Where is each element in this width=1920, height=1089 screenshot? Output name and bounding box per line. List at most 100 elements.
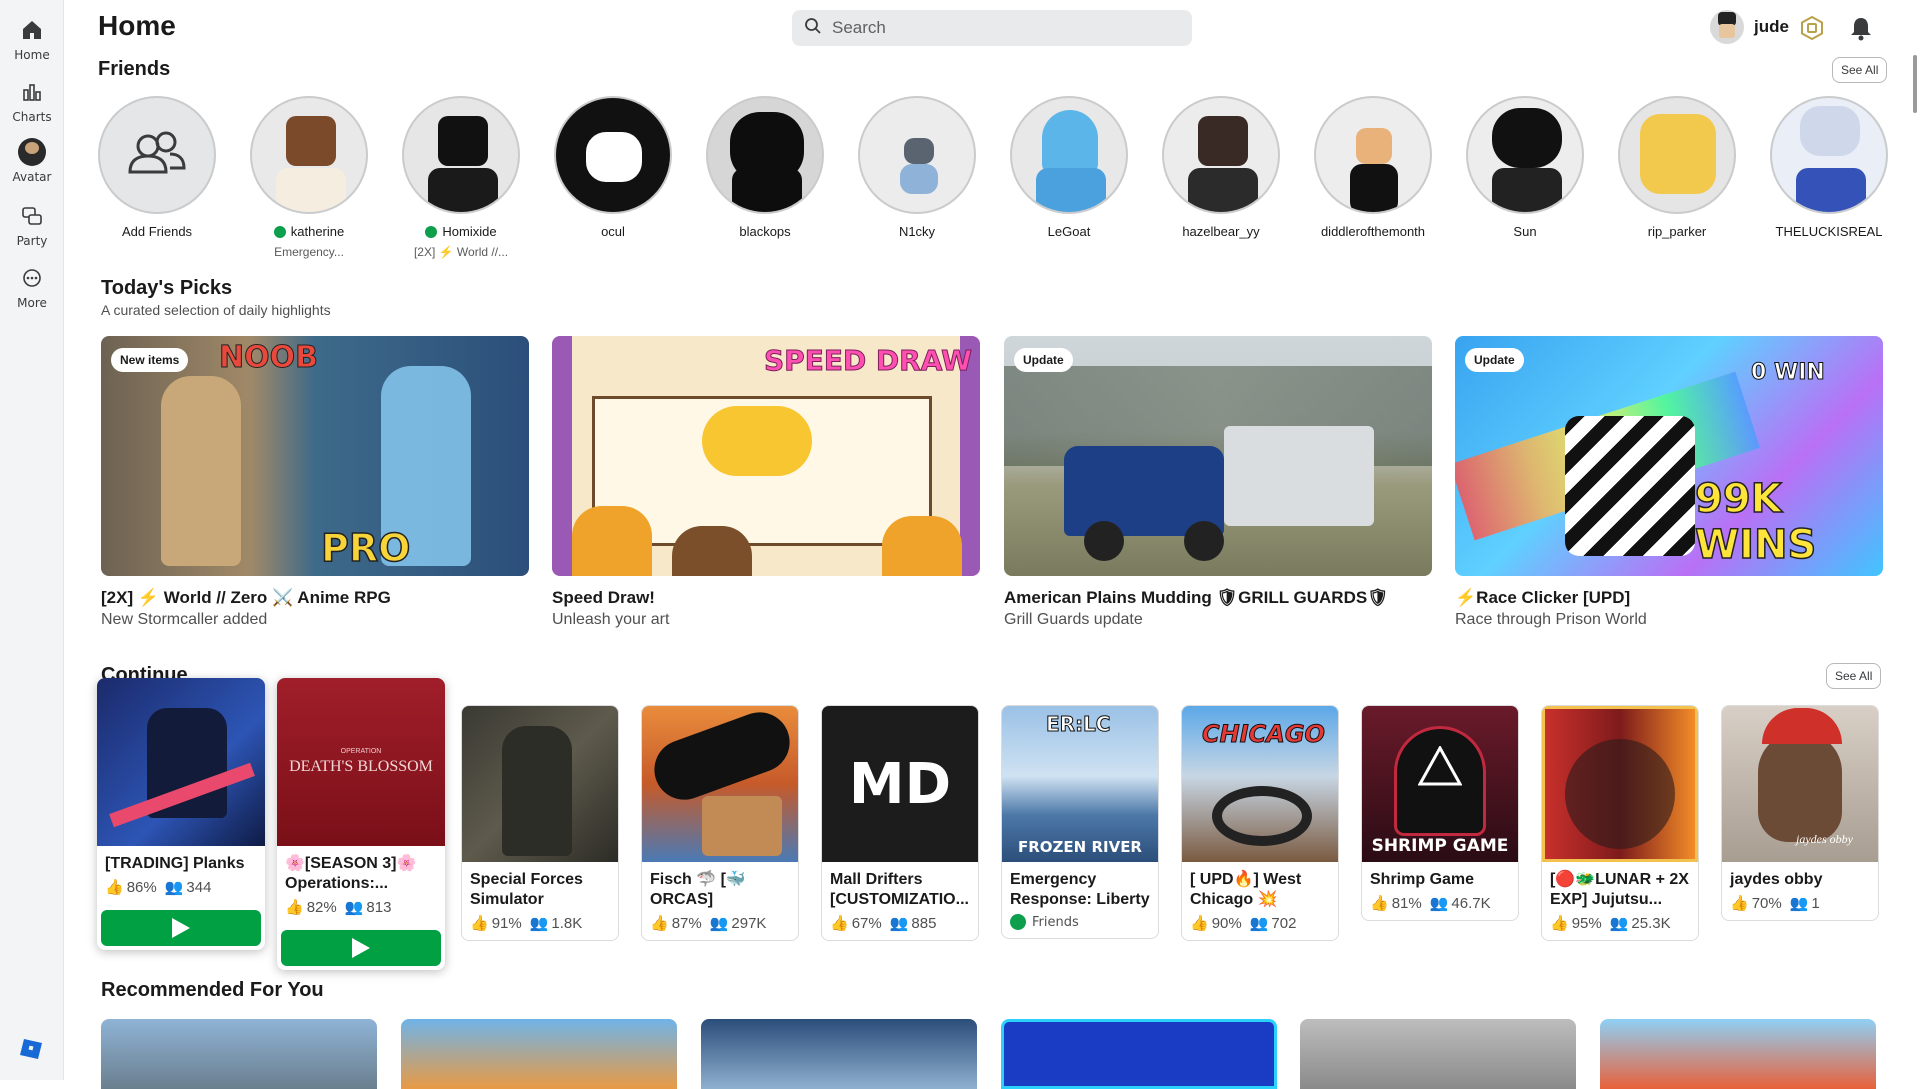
notification-bell-icon[interactable]: [1847, 14, 1875, 42]
game-card-mall-drifters[interactable]: MD Mall Drifters [CUSTOMIZATIO... 👍 67% 👥…: [821, 705, 979, 941]
game-thumbnail: Update 0 WIN 99K WINS: [1455, 336, 1883, 576]
friend-tile-hazelbear-yy[interactable]: hazelbear_yy: [1145, 96, 1297, 239]
pick-subtitle: Race through Prison World: [1455, 611, 1647, 628]
user-profile-button[interactable]: jude: [1710, 10, 1789, 44]
game-title: jaydes obby: [1730, 871, 1823, 888]
friend-tile-legoat[interactable]: LeGoat: [993, 96, 1145, 239]
friend-avatar-icon: [1010, 914, 1026, 930]
game-rating: 82%: [306, 898, 337, 916]
pick-subtitle: Unleash your art: [552, 611, 670, 628]
players-icon: 👥: [1249, 915, 1269, 932]
game-card-special-forces-simulator[interactable]: Special Forces Simulator 👍 91% 👥 1.8K: [461, 705, 619, 941]
avatar-icon: [18, 138, 46, 166]
sidebar-item-avatar[interactable]: Avatar: [0, 138, 64, 184]
friend-tile-rip-parker[interactable]: rip_parker: [1601, 96, 1753, 239]
thumbs-up-icon: 👍: [1730, 895, 1749, 912]
game-card-west-chicago[interactable]: CHICAGO [ UPD🔥] West Chicago 💥 👍 90% 👥 702: [1181, 705, 1339, 941]
game-card-operations-deaths-blossom[interactable]: OPERATION DEATH'S BLOSSOM 🌸[SEASON 3]🌸Op…: [277, 678, 445, 970]
recommended-game-thumbnail[interactable]: [1001, 1019, 1277, 1089]
friend-avatar: [1010, 96, 1128, 214]
update-badge: Update: [1014, 348, 1073, 372]
roblox-logo-icon[interactable]: [20, 1039, 42, 1059]
friend-tile-homixide[interactable]: Homixide [2X] ⚡ World //...: [385, 96, 537, 259]
friend-tile-diddlerofthemonth[interactable]: diddlerofthemonth: [1297, 96, 1449, 239]
pick-card-race-clicker[interactable]: Update 0 WIN 99K WINS ⚡Race Clicker [UPD…: [1455, 336, 1883, 629]
friend-tile-theluckisreal[interactable]: THELUCKISREAL: [1753, 96, 1905, 239]
sidebar-item-more[interactable]: More: [0, 264, 64, 310]
new-items-badge: New items: [111, 348, 189, 372]
game-rating: 95%: [1571, 914, 1602, 932]
friend-name: hazelbear_yy: [1182, 224, 1260, 239]
sidebar-item-label: Avatar: [12, 170, 52, 184]
pick-card-speed-draw[interactable]: SPEED DRAW Speed Draw! Unleash your art: [552, 336, 980, 629]
game-card-fisch[interactable]: Fisch 🦈 [🐳 ORCAS] 👍 87% 👥 297K: [641, 705, 799, 941]
search-bar[interactable]: [792, 10, 1192, 46]
page-title: Home: [98, 10, 176, 41]
game-thumbnail: [97, 678, 265, 846]
friends-see-all-button[interactable]: See All: [1832, 57, 1888, 83]
pick-subtitle: New Stormcaller added: [101, 611, 268, 628]
friend-avatar: [402, 96, 520, 214]
game-thumbnail: jaydes obby: [1722, 706, 1878, 862]
thumbs-up-icon: 👍: [830, 915, 849, 932]
player-count: 813: [366, 898, 392, 916]
game-title: Special Forces Simulator: [470, 871, 583, 908]
game-card-shrimp-game[interactable]: SHRIMP GAME Shrimp Game 👍 81% 👥 46.7K: [1361, 705, 1519, 921]
recommended-game-thumbnail[interactable]: [101, 1019, 377, 1089]
add-friends-button[interactable]: Add Friends: [81, 96, 233, 239]
thumbs-up-icon: 👍: [650, 915, 669, 932]
sidebar-item-home[interactable]: Home: [0, 16, 64, 62]
game-card-jujutsu-lunar[interactable]: [🔴🐲LUNAR + 2X EXP] Jujutsu... 👍 95% 👥 25.3…: [1541, 705, 1699, 941]
thumbnail-text: 0 WIN: [1751, 360, 1826, 386]
recommended-game-thumbnail[interactable]: [1600, 1019, 1876, 1089]
recommended-section-title: Recommended For You: [101, 979, 324, 1001]
pick-card-world-zero[interactable]: New items NOOB PRO [2X] ⚡ World // Zero …: [101, 336, 529, 629]
game-thumbnail: Update: [1004, 336, 1432, 576]
play-button[interactable]: [101, 910, 261, 946]
sidebar-item-charts[interactable]: Charts: [0, 78, 64, 124]
sidebar-item-label: Home: [14, 48, 50, 62]
sidebar-item-label: More: [17, 296, 47, 310]
pick-card-american-plains-mudding[interactable]: Update American Plains Mudding 🛡GRILL GU…: [1004, 336, 1432, 629]
players-icon: 👥: [164, 879, 184, 896]
thumbnail-text: CHICAGO: [1202, 720, 1326, 749]
thumbs-up-icon: 👍: [470, 915, 489, 932]
player-count: 1: [1811, 894, 1820, 912]
friend-avatar: [858, 96, 976, 214]
game-title: Shrimp Game: [1370, 871, 1475, 888]
game-card-emergency-response-liberty[interactable]: ER:LC FROZEN RIVER Emergency Response: L…: [1001, 705, 1159, 939]
search-input[interactable]: [832, 18, 1172, 38]
sidebar-item-party[interactable]: Party: [0, 202, 64, 248]
game-rating: 87%: [671, 914, 702, 932]
game-card-trading-planks[interactable]: [TRADING] Planks 👍 86% 👥 344: [97, 678, 265, 950]
add-friends-icon: [98, 96, 216, 214]
friend-name: katherine: [290, 224, 345, 239]
friend-tile-sun[interactable]: Sun: [1449, 96, 1601, 239]
pick-title: [2X] ⚡ World // Zero ⚔️ Anime RPG: [101, 588, 391, 607]
thumbnail-text: MD: [848, 751, 952, 817]
robux-icon[interactable]: [1800, 15, 1824, 41]
friend-activity[interactable]: [2X] ⚡ World //...: [414, 245, 508, 259]
friend-avatar: [250, 96, 368, 214]
recommended-game-thumbnail[interactable]: [1300, 1019, 1576, 1089]
game-thumbnail: [1542, 706, 1698, 862]
friend-tile-ocul[interactable]: ocul: [537, 96, 689, 239]
thumbs-up-icon: 👍: [105, 879, 124, 896]
game-thumbnail: SHRIMP GAME: [1362, 706, 1518, 862]
recommended-game-thumbnail[interactable]: [401, 1019, 677, 1089]
player-count: 46.7K: [1451, 894, 1491, 912]
game-card-jaydes-obby[interactable]: jaydes obby jaydes obby 👍 70% 👥 1: [1721, 705, 1879, 921]
friend-name: Homixide: [442, 224, 497, 239]
friend-tile-n1cky[interactable]: N1cky: [841, 96, 993, 239]
thumbs-up-icon: 👍: [1190, 915, 1209, 932]
page-scrollbar[interactable]: [1913, 55, 1917, 113]
friend-avatar: [1162, 96, 1280, 214]
friend-tile-blackops[interactable]: blackops: [689, 96, 841, 239]
friend-activity[interactable]: Emergency...: [274, 245, 344, 259]
player-count: 885: [911, 914, 937, 932]
friend-tile-katherine[interactable]: katherine Emergency...: [233, 96, 385, 259]
play-button[interactable]: [281, 930, 441, 966]
player-count: 25.3K: [1631, 914, 1671, 932]
continue-see-all-button[interactable]: See All: [1826, 663, 1882, 689]
recommended-game-thumbnail[interactable]: [701, 1019, 977, 1089]
